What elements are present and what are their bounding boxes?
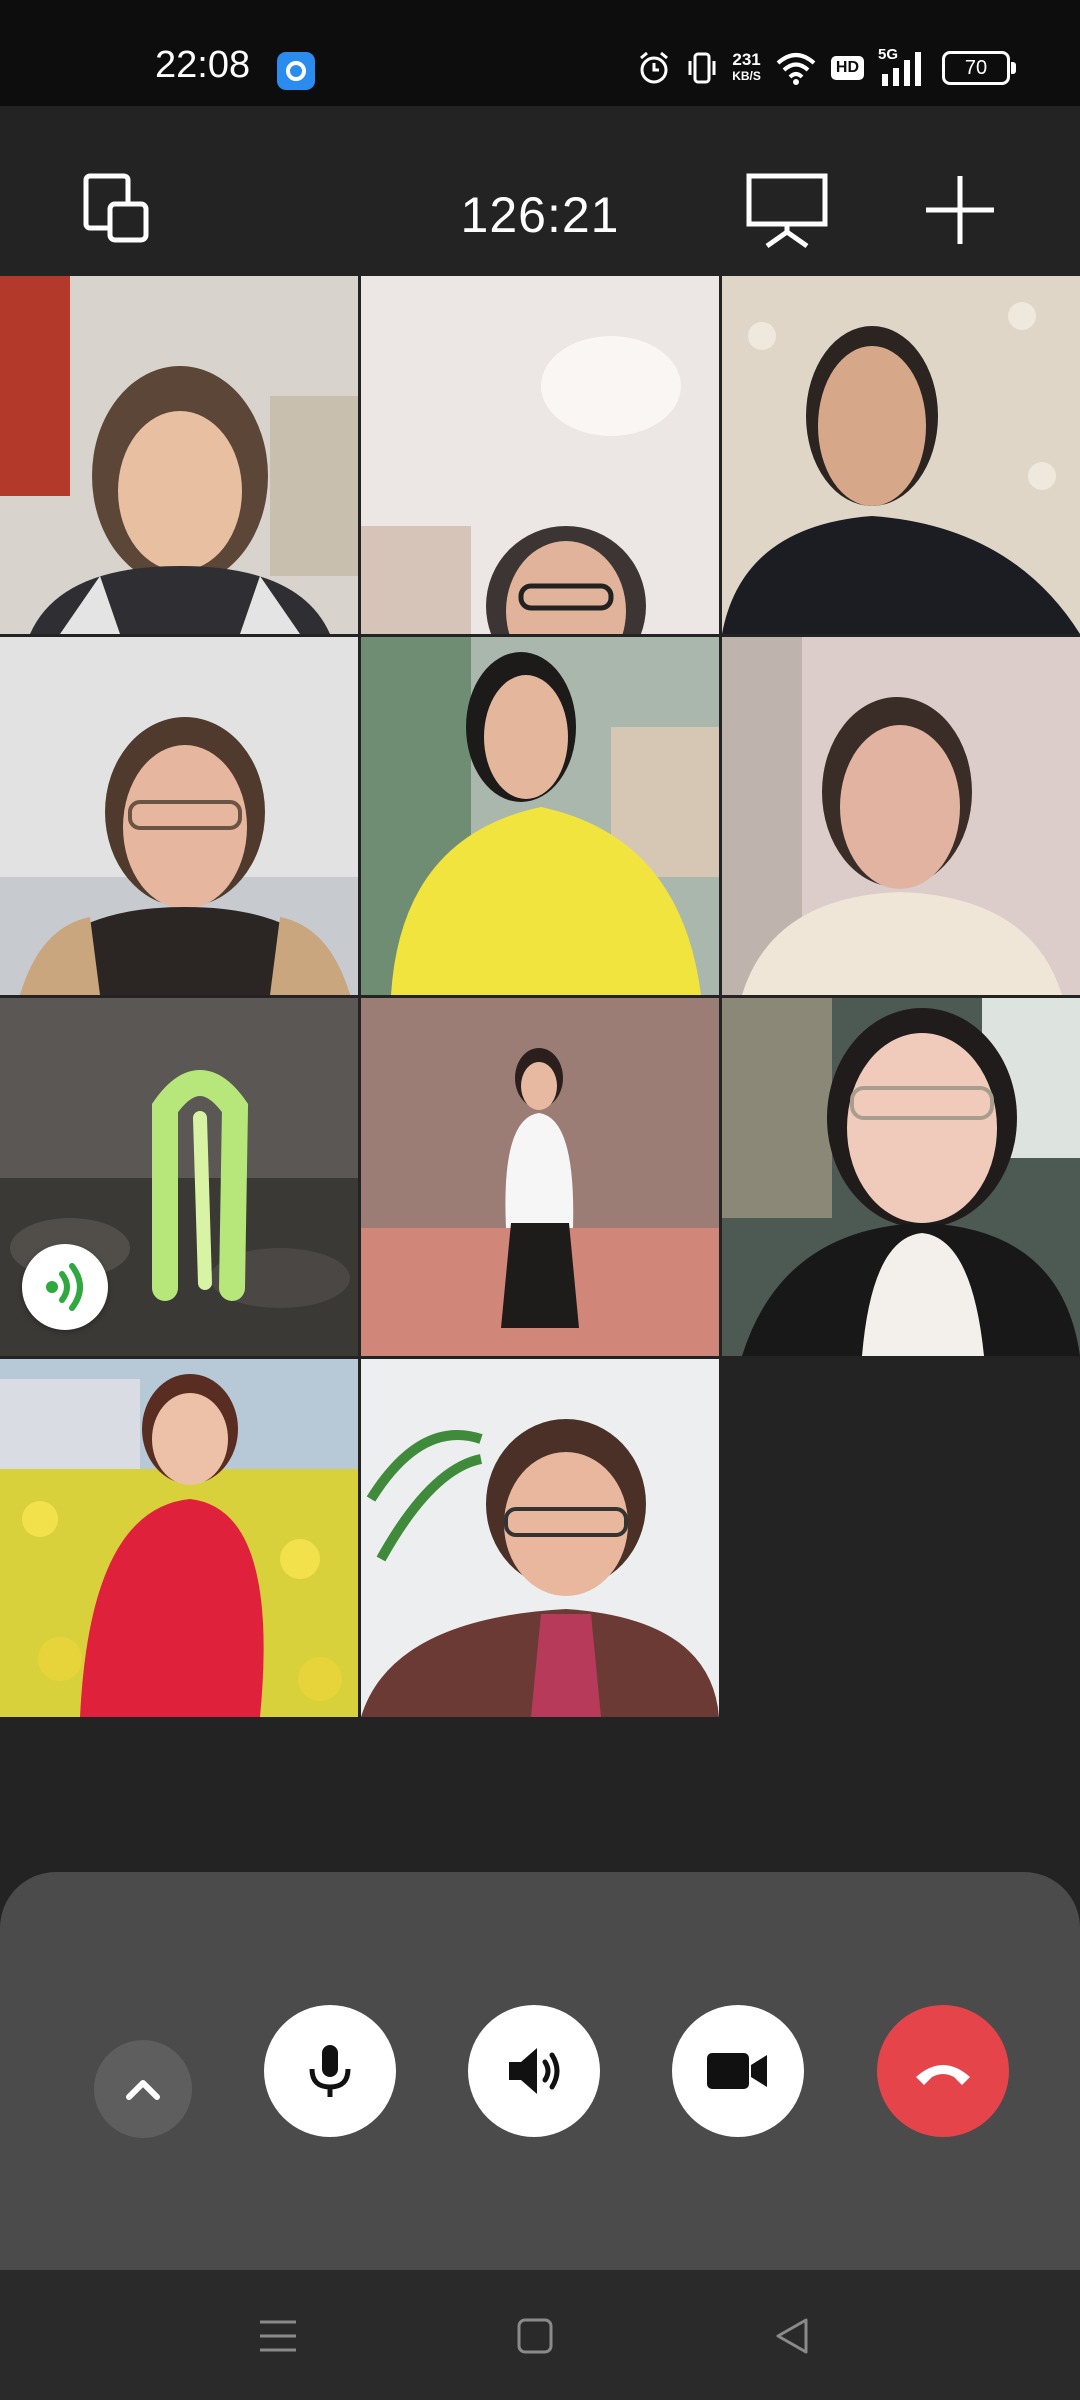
participant-video-1[interactable]: [0, 276, 358, 634]
participant-avatar-sprout[interactable]: [0, 998, 358, 1356]
chevron-up-icon: [126, 2080, 160, 2100]
status-bar: 22:08 231 KB/S HD 5G 70: [0, 0, 1080, 106]
battery-indicator: 70: [942, 51, 1016, 85]
participant-video-4[interactable]: [0, 637, 358, 995]
participant-video-3[interactable]: [722, 276, 1080, 634]
add-participant-icon[interactable]: [920, 170, 1000, 250]
menu-icon[interactable]: [254, 2312, 302, 2360]
camera-button[interactable]: [672, 2005, 804, 2137]
hang-up-icon: [916, 2065, 970, 2085]
speaker-icon: [509, 2048, 560, 2094]
participant-video-2[interactable]: [361, 276, 719, 634]
microphone-icon: [309, 2045, 351, 2097]
alarm-icon: [640, 51, 669, 84]
hd-badge: HD: [830, 56, 864, 80]
hang-up-button[interactable]: [877, 2005, 1009, 2137]
participant-video-6[interactable]: [722, 637, 1080, 995]
call-duration: 126:21: [460, 187, 620, 243]
vibrate-icon: [688, 52, 716, 84]
net-speed-value: 231: [732, 50, 761, 69]
status-icons: 231 KB/S HD 5G 70: [636, 46, 1016, 90]
sound-wave-icon: [46, 1263, 83, 1311]
system-nav-bar: [0, 2270, 1080, 2400]
signal-icon: 5G: [878, 46, 928, 86]
participant-avatar-flowers[interactable]: [0, 1359, 358, 1717]
speaker-button[interactable]: [468, 2005, 600, 2137]
status-time: 22:08: [155, 44, 251, 86]
participant-avatar-portrait[interactable]: [361, 1359, 719, 1717]
participant-video-8[interactable]: [361, 998, 719, 1356]
net-speed-unit: KB/S: [732, 69, 761, 83]
back-icon[interactable]: [768, 2312, 816, 2360]
speaking-indicator: [22, 1244, 108, 1330]
net-speed: 231 KB/S: [732, 51, 761, 85]
collapse-controls-button[interactable]: [94, 2040, 192, 2138]
participant-video-9[interactable]: [722, 998, 1080, 1356]
video-grid: [0, 276, 1080, 1717]
mute-button[interactable]: [264, 2005, 396, 2137]
app-notification-icon: [277, 52, 315, 90]
home-icon[interactable]: [511, 2312, 559, 2360]
participant-video-5[interactable]: [361, 637, 719, 995]
video-camera-icon: [707, 2053, 767, 2089]
wifi-icon: [776, 53, 816, 85]
screen-share-icon[interactable]: [745, 170, 829, 250]
